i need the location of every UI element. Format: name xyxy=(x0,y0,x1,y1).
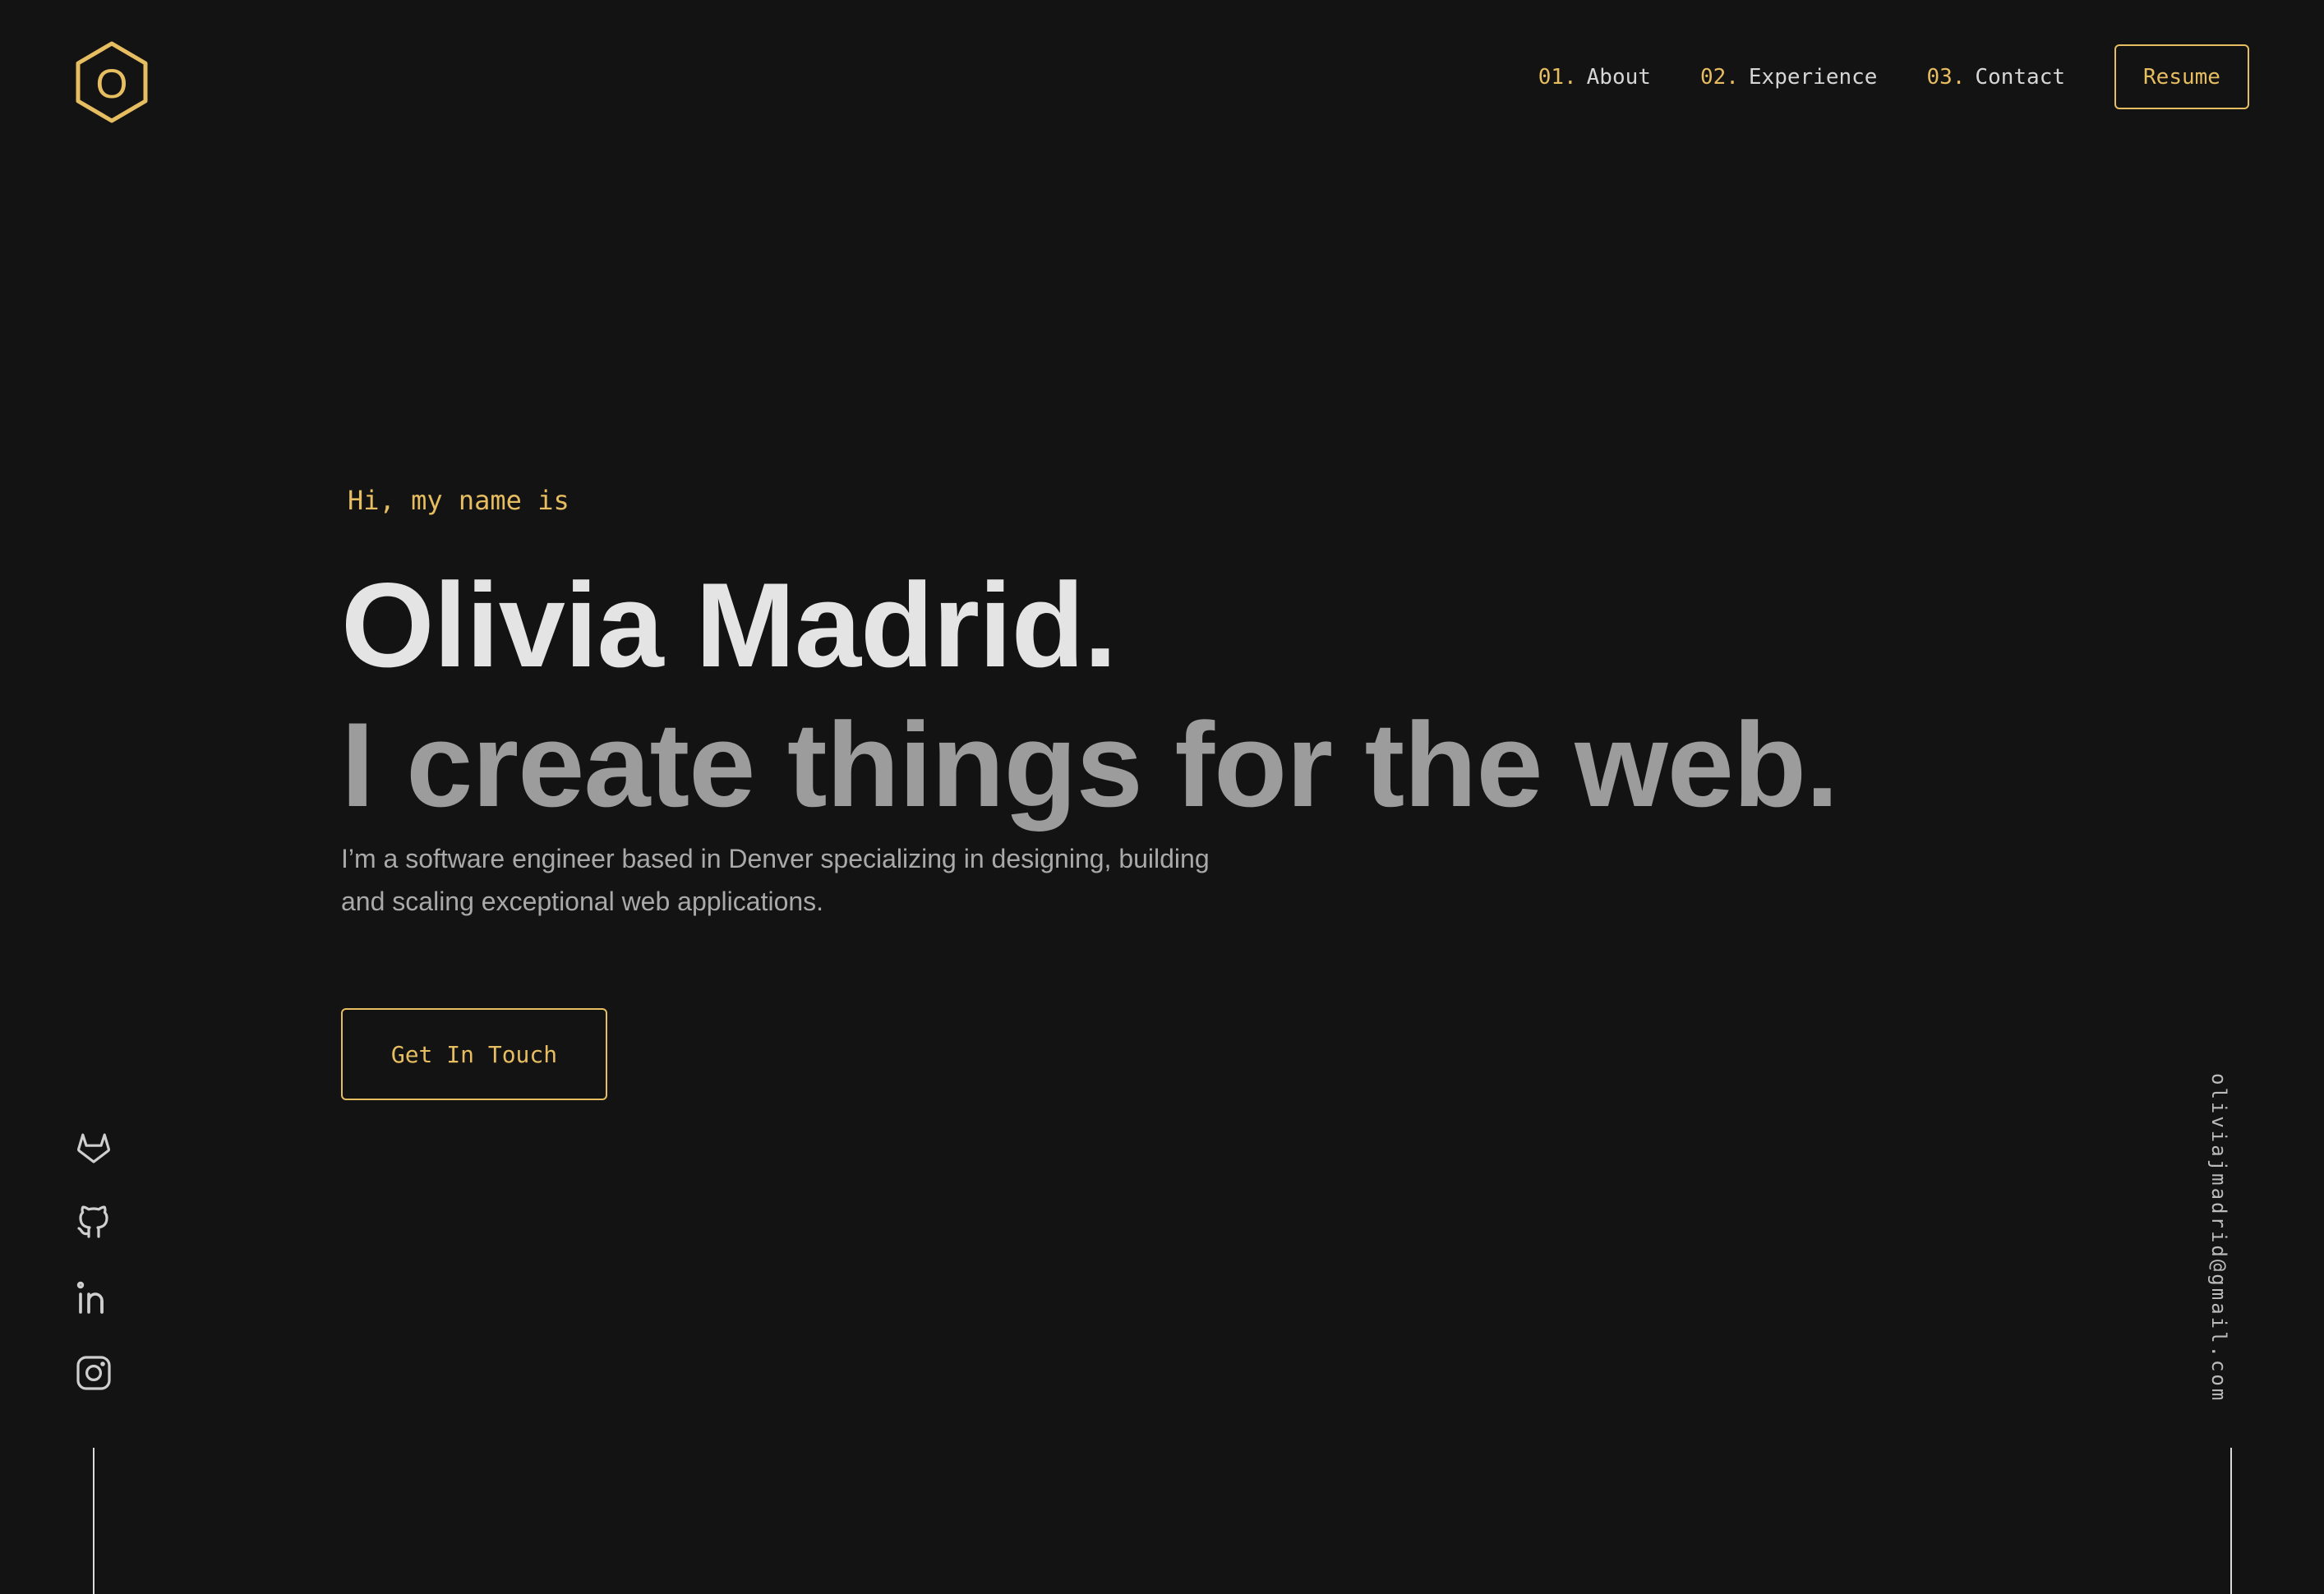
main-nav: 01. About 02. Experience 03. Contact Res… xyxy=(1538,44,2249,109)
hero-tagline: I create things for the web. xyxy=(341,698,1839,832)
nav-item-label: Experience xyxy=(1748,64,1878,90)
nav-item-number: 02. xyxy=(1699,64,1739,90)
nav-item-about[interactable]: 01. About xyxy=(1538,65,1651,90)
get-in-touch-button[interactable]: Get In Touch xyxy=(341,1008,607,1100)
social-link-instagram[interactable] xyxy=(74,1353,113,1393)
nav-item-label: Contact xyxy=(1975,64,2065,90)
nav-item-number: 03. xyxy=(1926,64,1966,90)
github-icon xyxy=(77,1205,108,1238)
nav-item-label: About xyxy=(1586,64,1651,90)
social-link-gitlab[interactable] xyxy=(74,1126,113,1166)
hexagon-logo-icon: O xyxy=(76,41,148,123)
hero-greeting: Hi, my name is xyxy=(348,485,569,516)
right-vertical-line xyxy=(2230,1448,2232,1594)
logo[interactable]: O xyxy=(74,41,150,123)
nav-item-number: 01. xyxy=(1538,64,1577,90)
hero-name: Olivia Madrid. xyxy=(341,558,1117,692)
left-vertical-line xyxy=(93,1448,95,1594)
logo-letter: O xyxy=(96,61,128,107)
social-links xyxy=(74,1126,113,1393)
social-link-github[interactable] xyxy=(74,1202,113,1242)
hero-bio: I’m a software engineer based in Denver … xyxy=(341,844,1210,916)
gitlab-icon xyxy=(77,1133,110,1163)
linkedin-icon xyxy=(76,1281,104,1314)
nav-item-contact[interactable]: 03. Contact xyxy=(1926,65,2065,90)
resume-button[interactable]: Resume xyxy=(2114,44,2249,109)
nav-item-experience[interactable]: 02. Experience xyxy=(1700,65,1878,90)
email-link[interactable]: oliviajmadrid@gmail.com xyxy=(2207,1073,2230,1403)
instagram-icon xyxy=(76,1356,111,1390)
social-link-linkedin[interactable] xyxy=(74,1278,113,1317)
